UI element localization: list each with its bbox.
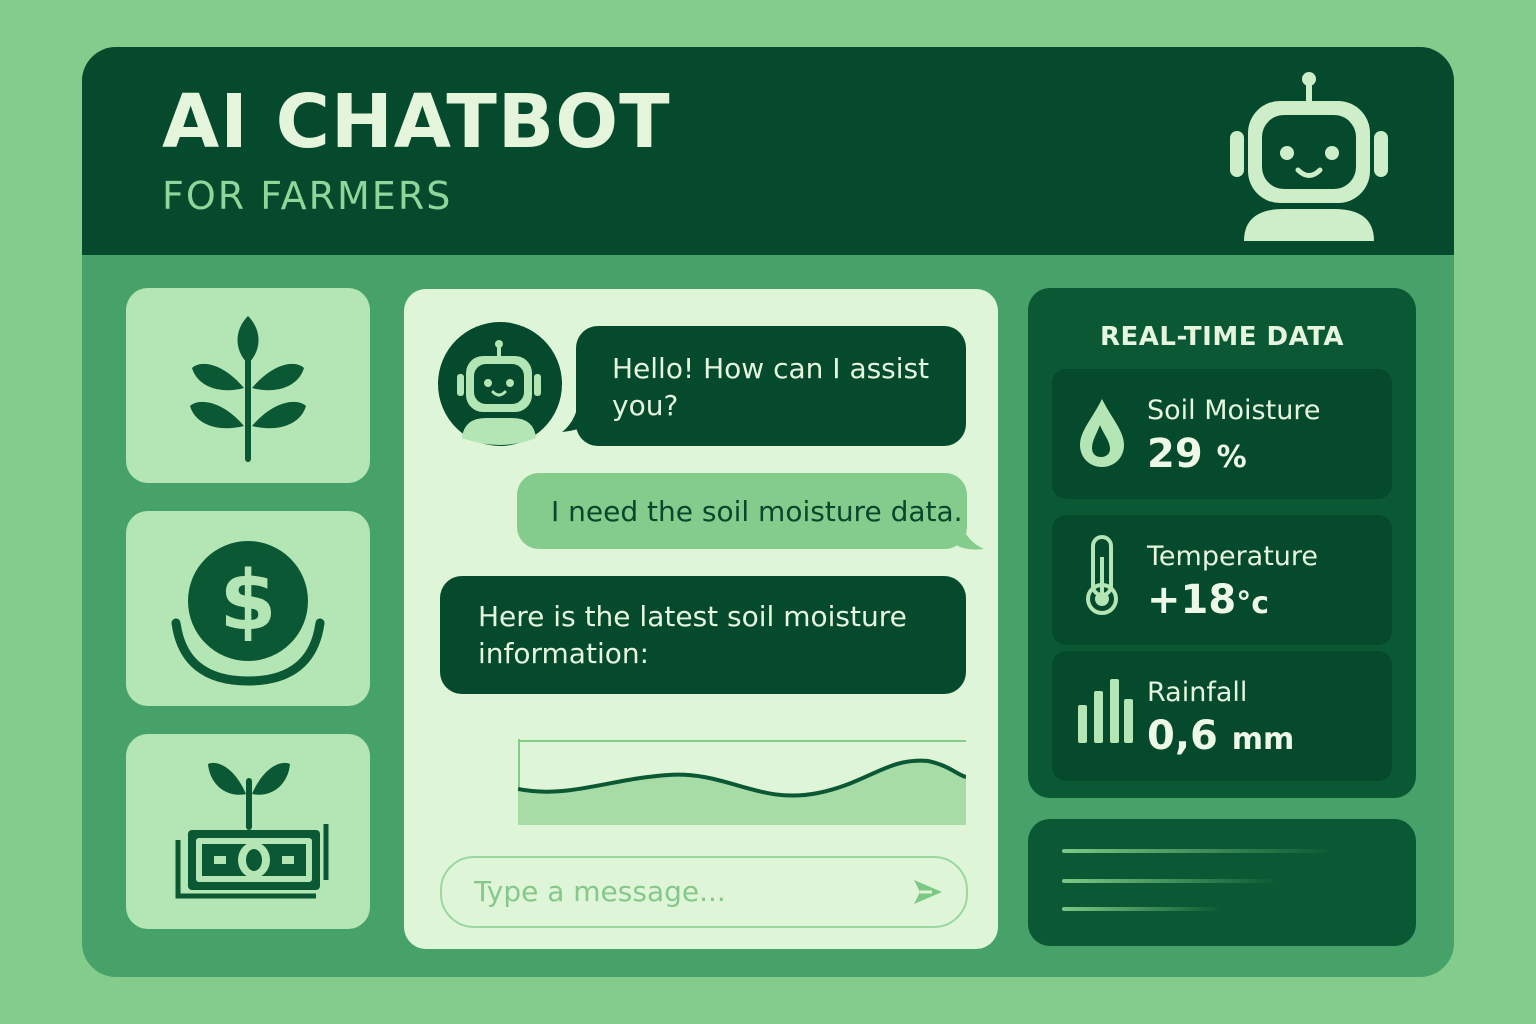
bar-chart-icon [1078,679,1133,743]
sidebar-tile-investment[interactable] [126,734,370,929]
message-text: I need the soil moisture data. [551,495,963,528]
rainfall-card: Rainfall 0,6 mm [1052,651,1392,781]
message-input-box [440,856,968,928]
header: AI CHATBOT FOR FARMERS [82,47,1454,255]
bot-avatar [438,322,562,446]
data-label: Soil Moisture [1147,395,1321,426]
message-input[interactable] [472,872,896,910]
bot-message: Hello! How can I assist you? [576,326,966,446]
data-value: +18°c [1147,577,1269,623]
realtime-data-panel: REAL-TIME DATA Soil Moisture 29 % Temper… [1028,288,1416,798]
realtime-data-title: REAL-TIME DATA [1099,322,1345,352]
placeholder-line [1062,849,1332,853]
data-label: Rainfall [1147,677,1248,708]
money-sprout-icon [175,762,329,899]
dollar-coin-icon: $ [171,541,325,686]
app-frame: AI CHATBOT FOR FARMERS $ Hello! How can … [82,47,1454,977]
placeholder-line [1062,907,1222,911]
chat-panel: Hello! How can I assist you? I need the … [404,289,998,949]
water-drop-icon [1080,399,1124,467]
placeholder-line [1062,879,1278,883]
sidebar-tile-crops[interactable] [126,288,370,483]
soil-moisture-card: Soil Moisture 29 % [1052,369,1392,499]
data-value: 29 % [1147,431,1247,477]
send-arrow-icon[interactable] [910,874,946,910]
app-subtitle: FOR FARMERS [162,174,453,218]
app-title: AI CHATBOT [162,79,671,165]
message-text: Here is the latest soil moisture informa… [478,600,907,670]
data-value: 0,6 mm [1147,713,1295,759]
sidebar-tile-finance[interactable]: $ [126,511,370,706]
moisture-trend-chart [518,739,966,825]
data-label: Temperature [1147,541,1319,572]
robot-icon [1230,72,1388,241]
plant-icon [190,316,306,462]
user-message: I need the soil moisture data. [517,473,967,549]
bot-message: Here is the latest soil moisture informa… [440,576,966,694]
thermometer-icon [1086,535,1118,615]
temperature-card: Temperature +18°c [1052,515,1392,645]
svg-text:$: $ [219,554,276,649]
message-text: Hello! How can I assist you? [612,352,930,422]
placeholder-panel [1028,819,1416,946]
